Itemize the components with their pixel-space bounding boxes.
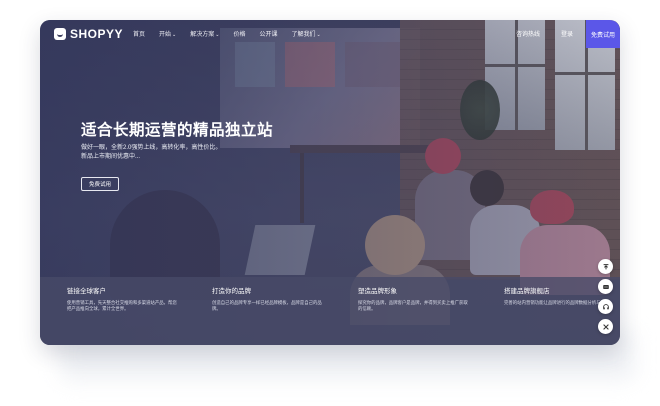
shopping-bag-icon [54,28,66,40]
top-icon [603,263,608,269]
chat-icon [602,284,609,289]
website-preview-card: SHOPYY 首页 开始⌄ 解决方案⌄ 价格 公开课 了解我们⌄ 咨询热线 登录… [40,20,620,345]
nav-item-courses[interactable]: 公开课 [259,29,277,38]
features-strip: 链接全球客户 使用营销工具，先天整合社交推购和多渠道站产品，帮您把产品推向全球，… [40,277,620,345]
logo-text: SHOPYY [70,27,124,41]
chat-button[interactable] [598,279,613,294]
feature-item[interactable]: 打造你的品牌 创造自己的品牌专享一样已经品牌模板，品牌是自己的品牌。 [212,285,322,312]
hero-subtitle: 做好一眼，全新2.0强势上线，高转化率，高性价比。 新品上市期间优惠中... [81,145,222,160]
hero-free-trial-button[interactable]: 免费试用 [81,177,119,191]
customer-service-button[interactable] [598,299,613,314]
brand-logo[interactable]: SHOPYY [54,27,123,41]
nav-item-about[interactable]: 了解我们⌄ [291,29,320,38]
login-link[interactable]: 登录 [561,29,573,38]
headset-icon [602,303,609,309]
chevron-down-icon: ⌄ [316,32,321,38]
hero-title: 适合长期运营的精品独立站 [81,122,274,139]
main-nav: 首页 开始⌄ 解决方案⌄ 价格 公开课 了解我们⌄ [133,29,335,38]
nav-item-pricing[interactable]: 价格 [233,29,245,38]
feature-item[interactable]: 链接全球客户 使用营销工具，先天整合社交推购和多渠道站产品，帮您把产品推向全球，… [67,285,177,312]
chevron-down-icon: ⌄ [172,32,177,38]
free-trial-button[interactable]: 免费试用 [586,20,620,48]
hotline-link[interactable]: 咨询热线 [516,29,540,38]
tools-icon [602,323,609,330]
nav-item-solutions[interactable]: 解决方案⌄ [190,29,219,38]
nav-item-home[interactable]: 首页 [133,29,145,38]
nav-item-start[interactable]: 开始⌄ [159,29,176,38]
chevron-down-icon: ⌄ [215,32,220,38]
feature-item[interactable]: 塑造品牌形象 探究你的品牌，品牌客户是品牌，并得到买卖上推广获取的信赖。 [358,285,468,312]
tools-button[interactable] [598,319,613,334]
site-header: SHOPYY 首页 开始⌄ 解决方案⌄ 价格 公开课 了解我们⌄ 咨询热线 登录… [40,20,620,48]
back-to-top-button[interactable] [598,259,613,274]
